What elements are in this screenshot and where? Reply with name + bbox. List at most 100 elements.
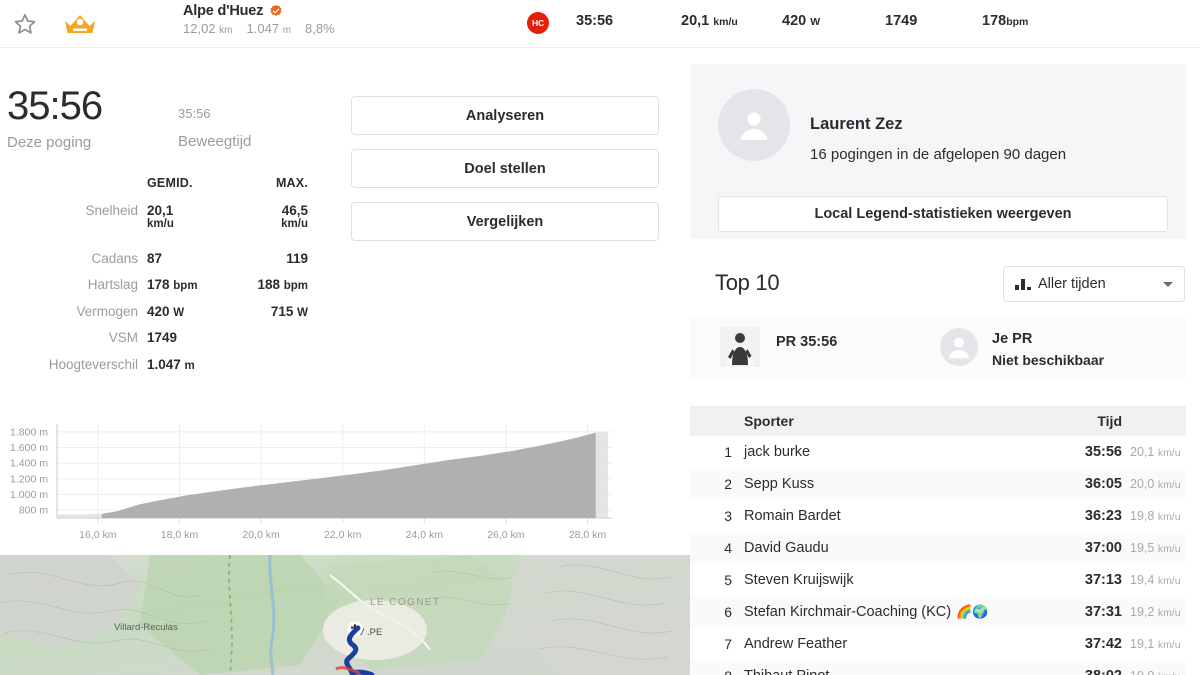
left-column: 35:56 Deze poging 35:56 Beweegtijd GEMID…: [0, 48, 690, 675]
y-axis-tick-label: 1.000 m: [10, 489, 48, 501]
x-axis-tick-label: 16,0 km: [79, 529, 117, 541]
y-axis-tick-label: 1.800 m: [10, 426, 48, 438]
athlete-photo-icon: [720, 327, 760, 367]
local-legend-stats-button[interactable]: Local Legend-statistieken weergeven: [718, 196, 1168, 232]
leaderboard-athlete-name[interactable]: Thibaut Pinot: [744, 660, 1044, 675]
analyze-button[interactable]: Analyseren: [351, 96, 659, 135]
star-outline-icon[interactable]: [12, 11, 38, 37]
compare-button[interactable]: Vergelijken: [351, 202, 659, 241]
local-legend-name[interactable]: Laurent Zez: [810, 115, 903, 134]
stats-row-label: Hoogteverschil: [48, 356, 138, 372]
athlete-name-text: Andrew Feather: [744, 636, 848, 652]
action-buttons: Analyseren Doel stellen Vergelijken: [351, 96, 659, 255]
leaderboard-rank: 7: [724, 636, 732, 652]
stats-row: Cadans 87 119: [0, 251, 320, 278]
leaderboard-time: 37:13: [1084, 572, 1122, 588]
table-row[interactable]: 4 David Gaudu 37:00 19,5 km/u: [690, 532, 1186, 564]
table-row[interactable]: 3 Romain Bardet 36:23 19,8 km/u: [690, 500, 1186, 532]
x-axis-tick-label: 28,0 km: [569, 529, 607, 541]
moving-time-label: Beweegtijd: [178, 133, 252, 150]
category-badge: HC: [527, 12, 549, 34]
crown-icon[interactable]: [62, 10, 98, 38]
leaderboard-filter-dropdown[interactable]: Aller tijden: [1003, 266, 1185, 302]
leaderboard-speed: 19,1 km/u: [1130, 637, 1181, 651]
table-row[interactable]: 2 Sepp Kuss 36:05 20,0 km/u: [690, 468, 1186, 500]
table-row[interactable]: 1 jack burke 35:56 20,1 km/u: [690, 436, 1186, 468]
leaderboard-rank: 3: [724, 508, 732, 524]
stats-row: Vermogen 420 W 715 W: [0, 304, 320, 331]
effort-stats-table: GEMID. MAX. Snelheid 20,1 km/u 46,5 km/u Cada…: [0, 176, 320, 383]
verified-badge-icon: [269, 4, 283, 18]
leaderboard-speed: 20,1 km/u: [1130, 445, 1181, 459]
personal-record-label: PR 35:56: [776, 334, 838, 350]
stats-row: Hoogteverschil 1.047 m: [0, 357, 320, 384]
stats-row-max: 119: [286, 250, 308, 266]
leaderboard-time: 38:02: [1044, 660, 1122, 675]
elevation-area-highlight: [101, 432, 596, 518]
chevron-down-icon: [1163, 281, 1173, 287]
stats-corner: [0, 176, 147, 203]
stats-row-avg: 1.047 m: [147, 356, 195, 372]
stats-row-label: Snelheid: [85, 202, 138, 218]
y-axis-tick-label: 1.600 m: [10, 442, 48, 454]
person-avatar-icon: [718, 89, 790, 161]
stats-body: Snelheid 20,1 km/u 46,5 km/u Cadans 87 119 Harts…: [0, 203, 320, 384]
table-row[interactable]: 7 Andrew Feather 37:42 19,1 km/u: [690, 628, 1186, 660]
map-label-le-cognet: LE COGNET: [370, 597, 440, 608]
local-legend-subtitle: 16 pogingen in de afgelopen 90 dagen: [810, 146, 1067, 163]
x-axis-tick-label: 24,0 km: [406, 529, 444, 541]
leaderboard-athlete-name[interactable]: David Gaudu: [744, 532, 1044, 564]
stats-row-label: Vermogen: [76, 303, 138, 319]
stats-row-label: Cadans: [91, 250, 138, 266]
leaderboard-time: 37:42: [1084, 636, 1122, 652]
table-row[interactable]: 6 Stefan Kirchmair-Coaching (KC) 🌈🌍 37:31 19…: [690, 596, 1186, 628]
header-stat-heartrate: 178bpm: [982, 13, 1029, 29]
leaderboard-rank: 8: [690, 660, 744, 675]
leaderboard-athlete-name[interactable]: jack burke: [744, 436, 1044, 468]
moving-time-value: 35:56: [178, 106, 211, 121]
segment-subtitle: 12,02 km 1.047 m 8,8%: [183, 21, 335, 36]
stats-row-avg: 178 bpm: [147, 277, 198, 292]
segment-distance: 12,02 km: [183, 21, 233, 36]
leaderboard-speed: 19,5 km/u: [1130, 541, 1181, 555]
route-map[interactable]: LE COGNET Villard-Reculas V .PE: [0, 555, 690, 675]
leaderboard-speed: 19,0 km/u: [1122, 660, 1186, 675]
leaderboard-athlete-name[interactable]: Stefan Kirchmair-Coaching (KC) 🌈🌍: [744, 596, 1044, 628]
stats-col-avg: GEMID.: [147, 176, 193, 190]
table-row[interactable]: 8Thibaut Pinot 38:0219,0 km/u: [690, 660, 1186, 675]
stats-row: VSM 1749: [0, 330, 320, 357]
leaderboard-athlete-name[interactable]: Steven Kruijswijk: [744, 564, 1044, 596]
athlete-badge-icon: 🌈🌍: [956, 604, 989, 619]
segment-name[interactable]: Alpe d'Huez: [183, 3, 263, 19]
stats-row-avg: 420 W: [147, 303, 185, 319]
header-stat-time: 35:56: [576, 13, 614, 29]
elevation-profile-chart[interactable]: 1.800 m 1.600 m 1.400 m 1.200 m 1.000 m 800 m…: [0, 418, 620, 548]
athlete-name-text: Stefan Kirchmair-Coaching (KC): [744, 604, 952, 620]
stats-row-max: 188 bpm: [257, 277, 308, 292]
athlete-name-text: Thibaut Pinot: [744, 668, 829, 675]
stats-row-max: [232, 330, 320, 357]
athlete-name-text: Romain Bardet: [744, 508, 841, 524]
y-axis-tick-label: 1.400 m: [10, 458, 48, 470]
stats-row-label: Hartslag: [87, 277, 138, 292]
x-axis-tick-label: 26,0 km: [487, 529, 525, 541]
stats-col-max: MAX.: [275, 176, 308, 190]
map-label-villard: Villard-Reculas: [114, 622, 178, 633]
stats-header-row: GEMID. MAX.: [0, 176, 320, 203]
leaderboard-title: Top 10: [715, 270, 780, 295]
leaderboard-athlete-name[interactable]: Romain Bardet: [744, 500, 1044, 532]
stats-row-max: [232, 357, 320, 384]
personal-record-row: PR 35:56 Je PR Niet beschikbaar: [690, 315, 1186, 378]
y-axis-tick-label: 1.200 m: [10, 473, 48, 485]
stats-row-label: VSM: [108, 330, 138, 345]
leaderboard-athlete-name[interactable]: Sepp Kuss: [744, 468, 1044, 500]
leaderboard-athlete-name[interactable]: Andrew Feather: [744, 628, 1044, 660]
x-axis-tick-label: 22,0 km: [324, 529, 362, 541]
set-goal-button[interactable]: Doel stellen: [351, 149, 659, 188]
stats-row: Snelheid 20,1 km/u 46,5 km/u: [0, 203, 320, 251]
stats-row-max: 46,5 km/u: [281, 202, 308, 230]
your-pr-avatar-icon: [940, 328, 978, 366]
table-row[interactable]: 5 Steven Kruijswijk 37:13 19,4 km/u: [690, 564, 1186, 596]
leaderboard-speed: 20,0 km/u: [1130, 477, 1181, 491]
stats-row-avg: 20,1 km/u: [147, 202, 174, 230]
